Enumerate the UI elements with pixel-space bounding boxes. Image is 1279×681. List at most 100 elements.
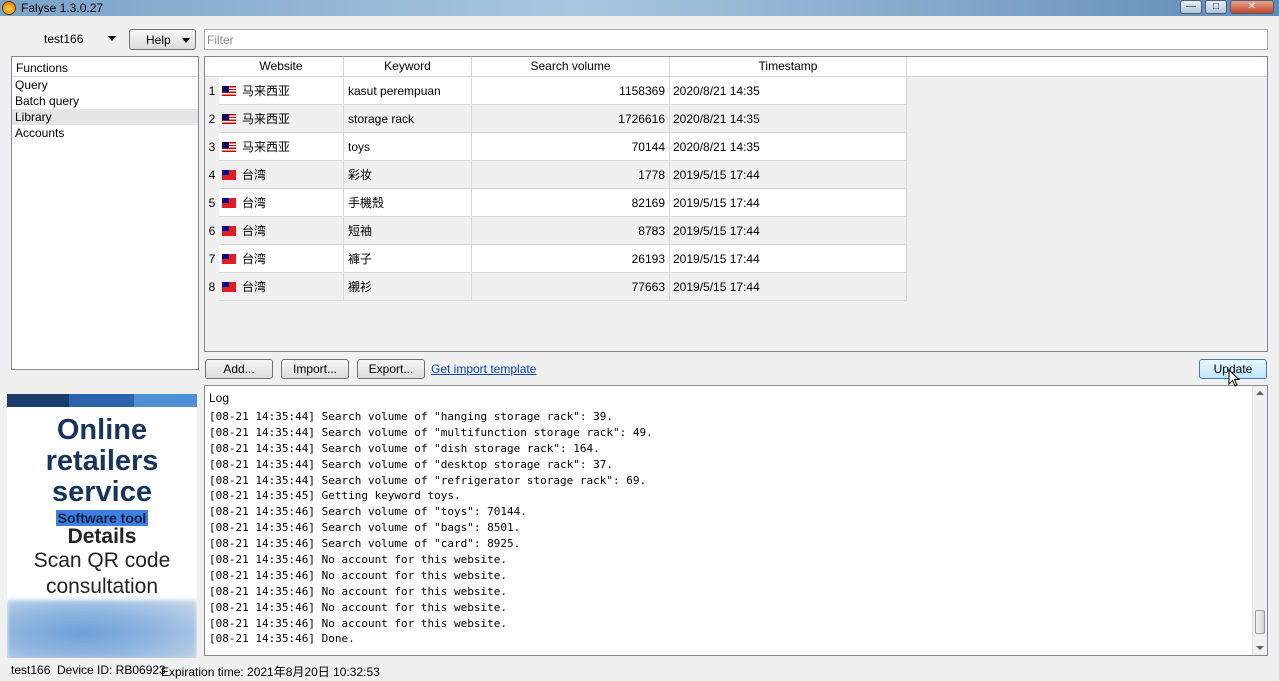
- minimize-button[interactable]: —: [1180, 0, 1202, 14]
- taiwan-flag-icon: [222, 254, 236, 264]
- row-number: 5: [205, 189, 219, 217]
- row-number: 7: [205, 245, 219, 273]
- table-row[interactable]: 8 台湾 襯衫 77663 2019/5/15 17:44: [205, 273, 907, 301]
- table-row[interactable]: 4 台湾 彩妆 1778 2019/5/15 17:44: [205, 161, 907, 189]
- ad-details: Details: [67, 525, 137, 548]
- cell-volume[interactable]: 26193: [472, 245, 670, 273]
- cell-keyword[interactable]: 彩妆: [344, 161, 472, 189]
- cell-keyword[interactable]: 手機殼: [344, 189, 472, 217]
- scroll-down-icon[interactable]: [1256, 646, 1264, 650]
- status-device-id: Device ID: RB06923: [57, 663, 166, 677]
- row-number: 2: [205, 105, 219, 133]
- function-item-batch-query[interactable]: Batch query: [12, 93, 198, 109]
- log-line: [08-21 14:35:44] Search volume of "multi…: [209, 425, 653, 439]
- table-row[interactable]: 5 台湾 手機殼 82169 2019/5/15 17:44: [205, 189, 907, 217]
- close-button[interactable]: ✕: [1230, 0, 1274, 14]
- help-button-label: Help: [146, 33, 171, 47]
- cell-volume[interactable]: 82169: [472, 189, 670, 217]
- cell-timestamp[interactable]: 2020/8/21 14:35: [670, 133, 907, 161]
- table-row[interactable]: 3 马来西亚 toys 70144 2020/8/21 14:35: [205, 133, 907, 161]
- log-lines: [08-21 14:35:44] Search volume of "hangi…: [209, 409, 653, 647]
- get-import-template-link[interactable]: Get import template: [431, 362, 536, 376]
- log-line: [08-21 14:35:46] Done.: [209, 632, 355, 646]
- ad-highlight: Software tool: [55, 510, 149, 526]
- ad-banner[interactable]: Online retailers service Software tool D…: [7, 394, 197, 658]
- log-line: [08-21 14:35:46] No account for this web…: [209, 600, 508, 614]
- add-button[interactable]: Add...: [205, 359, 273, 379]
- help-button[interactable]: Help: [129, 29, 196, 50]
- row-number: 8: [205, 273, 219, 301]
- cell-website[interactable]: 马来西亚: [219, 133, 344, 161]
- maximize-button[interactable]: □: [1205, 0, 1227, 14]
- cell-timestamp[interactable]: 2019/5/15 17:44: [670, 273, 907, 301]
- cell-timestamp[interactable]: 2019/5/15 17:44: [670, 189, 907, 217]
- cell-timestamp[interactable]: 2019/5/15 17:44: [670, 217, 907, 245]
- cell-volume[interactable]: 70144: [472, 133, 670, 161]
- cell-keyword[interactable]: 短袖: [344, 217, 472, 245]
- ad-scan-line1: Scan QR code: [33, 549, 171, 572]
- table-row[interactable]: 1 马来西亚 kasut perempuan 1158369 2020/8/21 14:…: [205, 77, 907, 105]
- taiwan-flag-icon: [222, 198, 236, 208]
- cell-timestamp[interactable]: 2019/5/15 17:44: [670, 161, 907, 189]
- row-number: 4: [205, 161, 219, 189]
- cell-website[interactable]: 台湾: [219, 217, 344, 245]
- table-row[interactable]: 6 台湾 短袖 8783 2019/5/15 17:44: [205, 217, 907, 245]
- log-line: [08-21 14:35:44] Search volume of "hangi…: [209, 410, 613, 423]
- cell-timestamp[interactable]: 2019/5/15 17:44: [670, 245, 907, 273]
- cell-keyword[interactable]: storage rack: [344, 105, 472, 133]
- column-header-timestamp[interactable]: Timestamp: [670, 57, 907, 77]
- chevron-down-icon[interactable]: [108, 36, 116, 41]
- cell-keyword[interactable]: kasut perempuan: [344, 77, 472, 105]
- functions-header: Functions: [12, 57, 198, 77]
- user-dropdown[interactable]: test166: [44, 32, 83, 46]
- cell-website[interactable]: 台湾: [219, 245, 344, 273]
- log-line: [08-21 14:35:46] No account for this web…: [209, 568, 508, 582]
- ad-line3: service: [52, 476, 152, 508]
- cell-keyword[interactable]: 襯衫: [344, 273, 472, 301]
- status-bar: test166 Device ID: RB06923 Expiration ti…: [0, 660, 1279, 681]
- scroll-up-icon[interactable]: [1256, 391, 1264, 395]
- cell-website[interactable]: 马来西亚: [219, 77, 344, 105]
- log-scrollbar[interactable]: [1252, 386, 1267, 655]
- cell-timestamp[interactable]: 2020/8/21 14:35: [670, 77, 907, 105]
- log-line: [08-21 14:35:46] Search volume of "card"…: [209, 537, 521, 551]
- cell-timestamp[interactable]: 2020/8/21 14:35: [670, 105, 907, 133]
- log-line: [08-21 14:35:45] Getting keyword toys.: [209, 489, 461, 503]
- log-line: [08-21 14:35:46] Search volume of "toys"…: [209, 505, 527, 519]
- row-number: 3: [205, 133, 219, 161]
- cell-volume[interactable]: 77663: [472, 273, 670, 301]
- cell-volume[interactable]: 1778: [472, 161, 670, 189]
- taiwan-flag-icon: [222, 282, 236, 292]
- function-item-accounts[interactable]: Accounts: [12, 125, 198, 141]
- cell-volume[interactable]: 1726616: [472, 105, 670, 133]
- scroll-thumb[interactable]: [1255, 610, 1265, 634]
- cell-website[interactable]: 马来西亚: [219, 105, 344, 133]
- column-header-website[interactable]: Website: [219, 57, 344, 77]
- cell-keyword[interactable]: 褲子: [344, 245, 472, 273]
- cell-keyword[interactable]: toys: [344, 133, 472, 161]
- function-item-library[interactable]: Library: [12, 109, 198, 125]
- ad-blurred-image: [7, 600, 197, 658]
- column-header-keyword[interactable]: Keyword: [344, 57, 472, 77]
- ad-line2: retailers: [45, 445, 159, 477]
- function-item-query[interactable]: Query: [12, 77, 198, 93]
- cell-website[interactable]: 台湾: [219, 273, 344, 301]
- mouse-cursor-icon: [1228, 369, 1240, 387]
- website-name: 台湾: [242, 196, 267, 210]
- library-table[interactable]: Website Keyword Search volume Timestamp …: [204, 56, 1268, 352]
- cell-website[interactable]: 台湾: [219, 189, 344, 217]
- website-name: 马来西亚: [242, 112, 291, 126]
- cell-volume[interactable]: 1158369: [472, 77, 670, 105]
- export-button[interactable]: Export...: [357, 359, 425, 379]
- cell-volume[interactable]: 8783: [472, 217, 670, 245]
- taiwan-flag-icon: [222, 226, 236, 236]
- log-panel[interactable]: Log [08-21 14:35:44] Search volume of "h…: [204, 385, 1268, 656]
- table-row[interactable]: 7 台湾 褲子 26193 2019/5/15 17:44: [205, 245, 907, 273]
- import-button[interactable]: Import...: [281, 359, 349, 379]
- app-icon: [2, 1, 16, 15]
- table-row[interactable]: 2 马来西亚 storage rack 1726616 2020/8/21 14:35: [205, 105, 907, 133]
- chevron-down-icon: [182, 38, 190, 43]
- filter-input[interactable]: Filter: [204, 29, 1268, 50]
- column-header-search-volume[interactable]: Search volume: [472, 57, 670, 77]
- cell-website[interactable]: 台湾: [219, 161, 344, 189]
